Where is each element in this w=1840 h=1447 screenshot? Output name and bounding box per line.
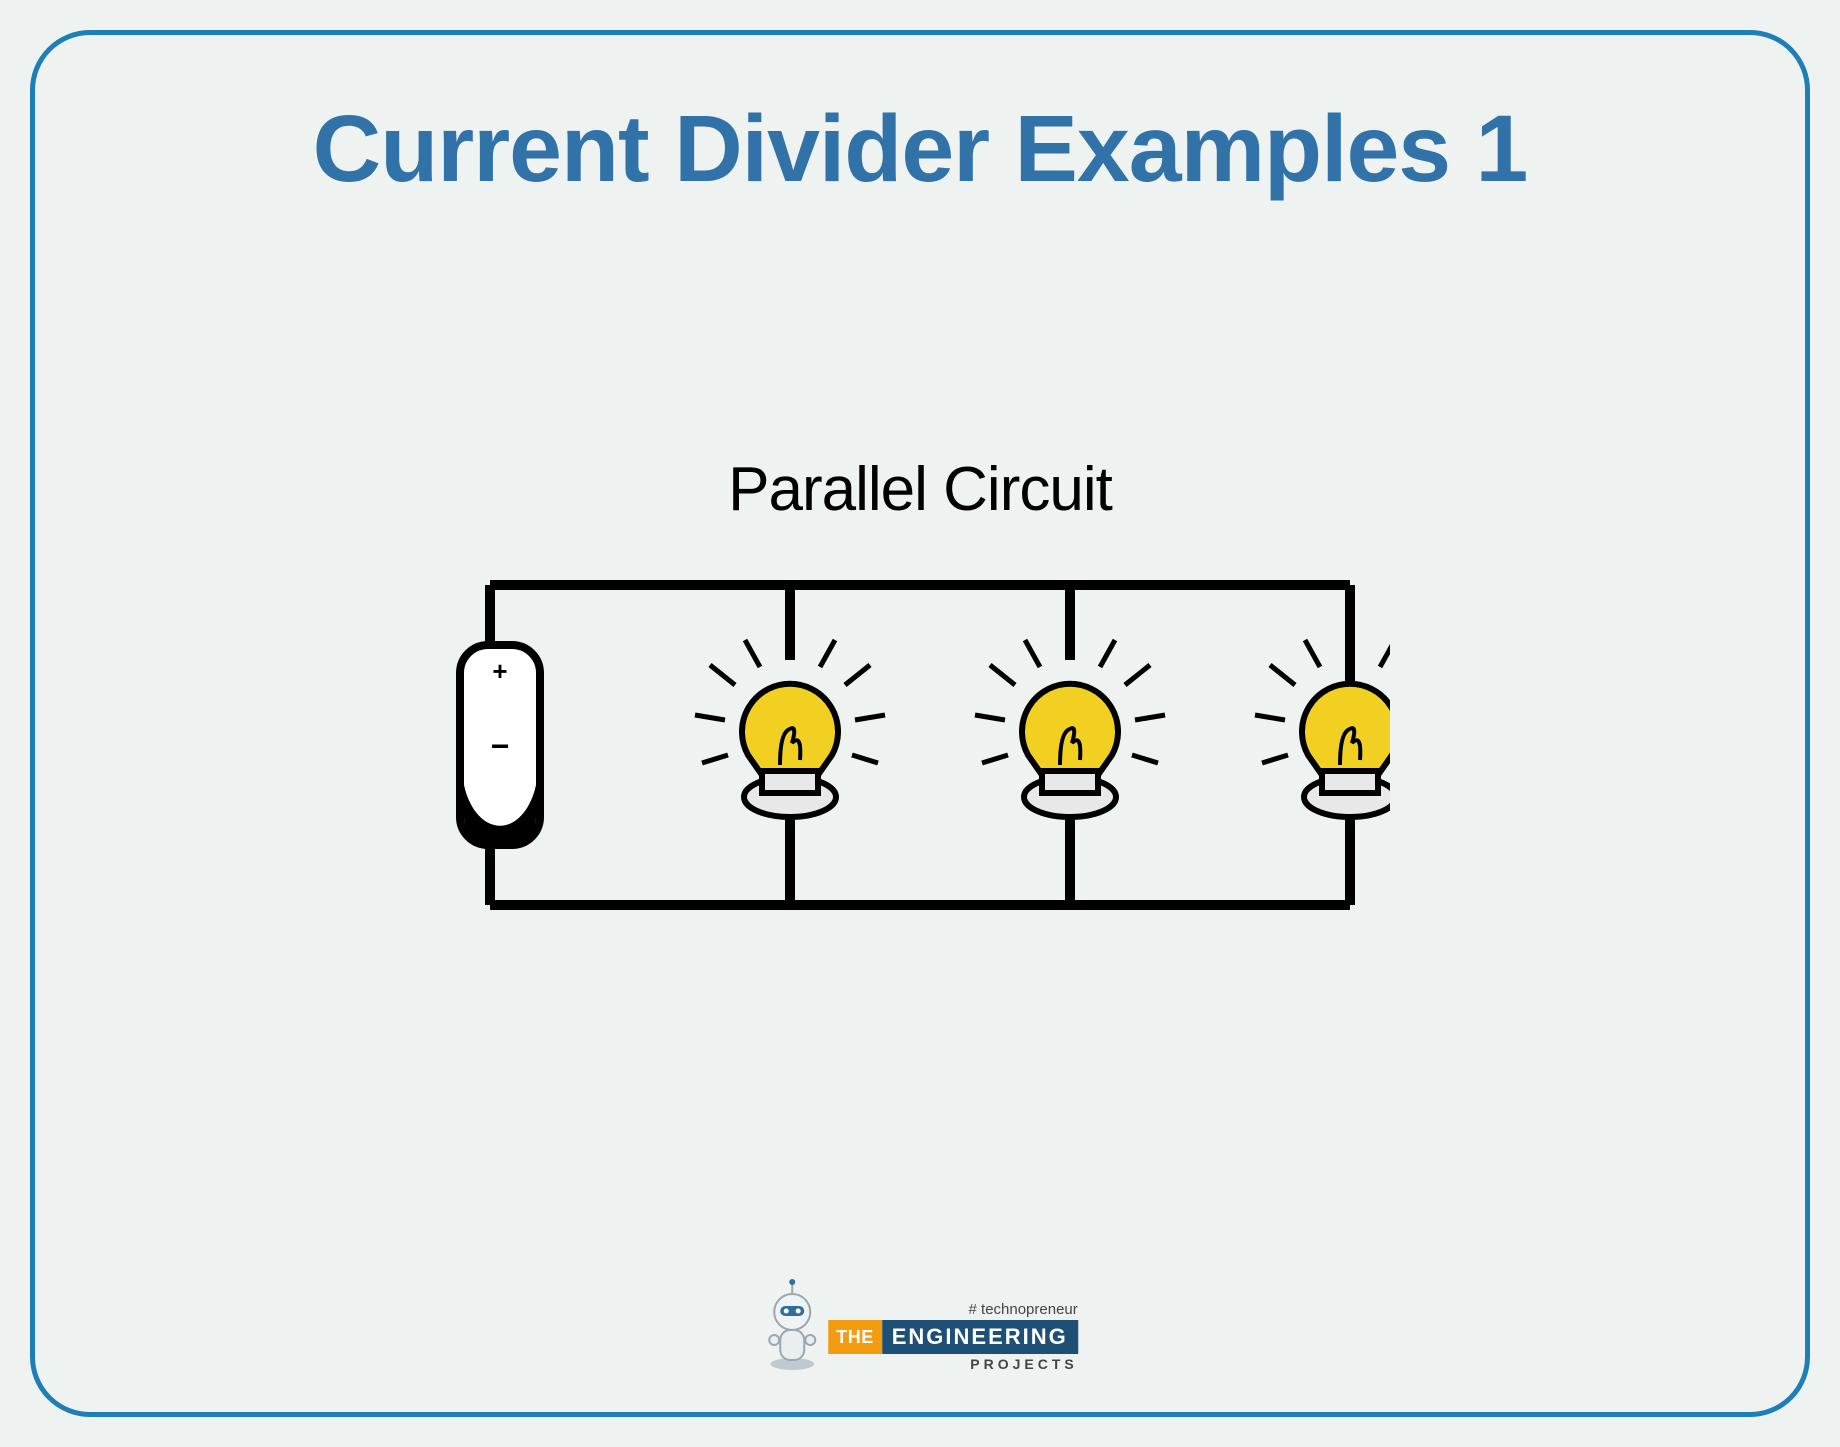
- parallel-circuit-svg: + −: [450, 545, 1390, 945]
- card-frame: Current Divider Examples 1 Parallel Circ…: [30, 30, 1810, 1417]
- svg-text:+: +: [492, 656, 507, 686]
- robot-mascot-icon: [762, 1272, 822, 1372]
- battery-icon: + −: [460, 645, 540, 845]
- bulb-icon: [975, 640, 1165, 817]
- brand-word-engineering: ENGINEERING: [882, 1320, 1078, 1354]
- brand-tagline: # technopreneur: [828, 1301, 1078, 1318]
- brand-word-projects: PROJECTS: [828, 1356, 1078, 1372]
- svg-text:−: −: [491, 728, 510, 764]
- diagram-label: Parallel Circuit: [35, 454, 1805, 525]
- brand-logo: # technopreneur THE ENGINEERING PROJECTS: [762, 1272, 1078, 1372]
- page-title: Current Divider Examples 1: [35, 95, 1805, 204]
- bulb-icon: [695, 640, 885, 817]
- brand-word-the: THE: [828, 1320, 882, 1354]
- bulb-icon: [1255, 640, 1390, 817]
- circuit-diagram: + −: [35, 545, 1805, 945]
